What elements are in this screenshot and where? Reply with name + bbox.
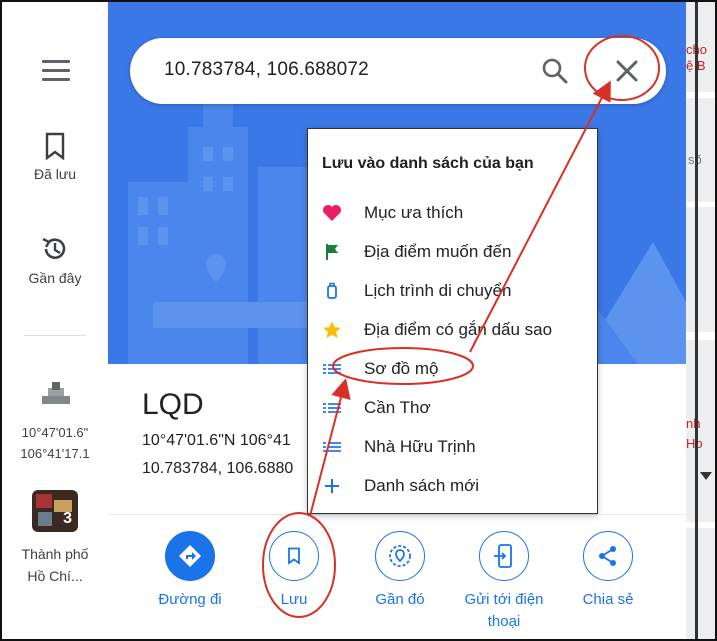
save-menu-heading: Lưu vào danh sách của bạn (322, 155, 534, 172)
star-icon (323, 321, 341, 338)
menu-icon[interactable] (42, 60, 70, 87)
rail-item-recent[interactable]: Gần đây (2, 234, 108, 286)
bookmark-icon (288, 547, 300, 565)
menu-item-label: Địa điểm muốn đến (364, 242, 512, 261)
menu-item-label: Danh sách mới (364, 476, 480, 495)
nearby-icon (389, 545, 411, 567)
menu-item-label: Sơ đồ mộ (364, 359, 439, 378)
rail-item-saved[interactable]: Đã lưu (2, 132, 108, 182)
send-to-phone-label-2: thoại (487, 613, 521, 630)
recent-city-line2: Hồ Chí... (27, 568, 83, 584)
menu-item-label: Lịch trình di chuyển (364, 281, 512, 300)
share-icon (599, 546, 616, 566)
nearby-button[interactable]: Gần đó (350, 531, 450, 611)
search-box[interactable]: 10.783784, 106.688072 (130, 38, 666, 104)
map-canvas[interactable]: cho ệ B sõ nh Ho (686, 2, 715, 639)
menu-item-can-tho[interactable]: Cần Thơ (308, 389, 597, 427)
directions-button[interactable]: Đường đi (140, 531, 240, 611)
map-label-4: nh (686, 416, 701, 431)
collapse-arrow-icon[interactable] (700, 472, 712, 480)
place-coords-dms: 10°47'01.6"N 106°41 (142, 432, 291, 449)
rail-recent-label: Gần đây (28, 270, 82, 286)
save-button[interactable]: Lưu (244, 531, 344, 611)
place-coords-decimal: 10.783784, 106.6880 (142, 460, 294, 477)
menu-item-want-to-go[interactable]: Địa điểm muốn đến (308, 233, 597, 271)
recent-city-line1: Thành phố (21, 546, 89, 562)
recent-city[interactable]: Thành phố Hồ Chí... (2, 543, 108, 587)
menu-item-new-list[interactable]: Danh sách mới (308, 467, 597, 505)
directions-label: Đường đi (158, 591, 222, 608)
menu-item-so-do-mo[interactable]: Sơ đồ mộ (308, 350, 597, 388)
plus-icon (325, 479, 339, 493)
share-label: Chia sẻ (582, 591, 634, 608)
send-to-phone-button[interactable]: Gửi tới điện thoại (454, 531, 554, 633)
menu-item-label: Nhà Hữu Trịnh (364, 437, 476, 456)
flag-icon (326, 244, 338, 260)
rail-divider (24, 335, 86, 336)
search-icon[interactable] (540, 56, 570, 86)
save-to-list-menu: Lưu vào danh sách của bạn Mục ưa thích Đ… (307, 128, 598, 514)
save-label: Lưu (280, 591, 308, 608)
menu-item-nha-huu-trinh[interactable]: Nhà Hữu Trịnh (308, 428, 597, 466)
menu-item-travel-plans[interactable]: Lịch trình di chuyển (308, 272, 597, 310)
directions-icon (179, 545, 201, 567)
list-icon (323, 364, 341, 374)
menu-item-label: Mục ưa thích (364, 203, 464, 222)
recent-coords-line1: 10°47'01.6" (21, 425, 89, 440)
send-to-phone-label-1: Gửi tới điện (464, 591, 544, 608)
menu-item-starred[interactable]: Địa điểm có gắn dấu sao (308, 311, 597, 349)
left-rail: Đã lưu Gần đây 10°47'01.6" 106°41'17.1 3… (2, 2, 108, 639)
history-icon (42, 237, 66, 259)
menu-item-label: Địa điểm có gắn dấu sao (364, 320, 553, 339)
search-input[interactable]: 10.783784, 106.688072 (164, 59, 369, 81)
menu-item-favorites[interactable]: Mục ưa thích (308, 194, 597, 232)
bookmark-icon (45, 132, 65, 160)
maps-window: Đã lưu Gần đây 10°47'01.6" 106°41'17.1 3… (0, 0, 717, 641)
list-icon (323, 442, 341, 452)
nearby-label: Gần đó (375, 591, 425, 608)
close-icon[interactable] (612, 56, 642, 86)
place-title: LQD (142, 388, 204, 421)
luggage-icon (327, 282, 337, 299)
heart-icon (323, 205, 341, 221)
send-to-phone-icon (494, 544, 512, 568)
share-button[interactable]: Chia sẻ (558, 531, 658, 611)
recent-coords-line2: 106°41'17.1 (20, 446, 90, 461)
list-icon (323, 403, 341, 413)
city-thumbnail[interactable]: 3 (32, 490, 78, 532)
rail-saved-label: Đã lưu (33, 166, 77, 182)
place-pin-icon[interactable] (40, 380, 72, 408)
action-bar: Đường đi Lưu Gần đó Gửi tới điện thoại C… (108, 514, 686, 639)
menu-item-label: Cần Thơ (364, 398, 431, 417)
thumbnail-badge: 3 (63, 510, 72, 527)
recent-coords[interactable]: 10°47'01.6" 106°41'17.1 (2, 422, 108, 464)
